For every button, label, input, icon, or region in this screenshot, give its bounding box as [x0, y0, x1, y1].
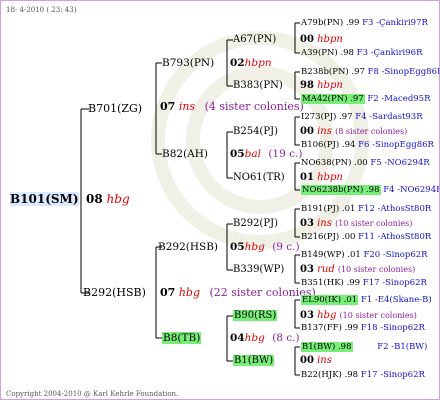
date-stamp: 18- 4-2010 ( 23: 43) — [6, 6, 77, 14]
gen3-node[interactable]: B1(BW) — [233, 355, 275, 367]
gen3-info: 00 ins — [300, 355, 332, 366]
root-node[interactable]: B101(SM) — [10, 192, 79, 206]
gen3-info: 00 hbpn — [300, 34, 343, 45]
gen2-node[interactable]: B793(PN) — [162, 57, 214, 69]
gen3-node[interactable]: NO61(TR) — [233, 172, 285, 184]
gen3-node[interactable]: B292(PJ) — [233, 218, 278, 230]
gen4-node[interactable]: NO638(PN) .00 F5 -NO6294R — [301, 158, 430, 168]
gen3-info: 01 hbpn — [300, 172, 343, 183]
root-year-line: 08 hbg — [86, 192, 130, 206]
gen4-node[interactable]: B22(HJK) .98 F17 -Sinop62R — [301, 370, 425, 380]
gen3-info: 00 ins (8 sister colonies) — [300, 126, 408, 137]
gen2-node[interactable]: B292(HSB) — [158, 241, 218, 253]
gen4-node[interactable]: B149(WP) .01 F20 -Sinop62R — [301, 250, 428, 260]
copyright: Copyright 2004-2010 @ Karl Kehrle Founda… — [6, 390, 179, 398]
gen2-info: 02hbpn — [230, 57, 272, 69]
gen3-node[interactable]: B339(WP) — [233, 264, 284, 276]
gen4-node[interactable]: MA42(PN) .97 F2 -Maced95R — [301, 94, 430, 104]
gen4-node[interactable]: NO6238b(PN) .98 F4 -NO6294R — [301, 185, 439, 195]
gen3-node[interactable]: B254(PJ) — [233, 126, 278, 138]
gen4-node[interactable]: B216(PJ) .00 F11 -AthosSt80R — [301, 232, 431, 242]
gen2-info: 05hbg (9 c.) — [230, 241, 300, 253]
gen1-info: 07 hbg (22 sister colonies) — [160, 286, 316, 299]
gen3-node[interactable]: B90(RS) — [233, 310, 278, 322]
gen1-info: 07 ins (4 sister colonies) — [160, 100, 304, 113]
gen2-node[interactable]: B8(TB) — [162, 332, 202, 344]
gen4-node[interactable]: B191(PJ) .01 F12 -AthosSt80R — [301, 204, 431, 214]
pedigree-frame: 18- 4-2010 ( 23: 43) Copyright 2004-2010… — [0, 0, 440, 400]
gen4-node[interactable]: B238b(PN) .97 F8 -SinopEgg86R — [301, 67, 439, 77]
gen3-node[interactable]: A67(PN) — [233, 34, 276, 46]
gen4-node[interactable]: B351(HK) .99 F17 -Sinop62R — [301, 278, 427, 288]
gen4-node[interactable]: EL90(IK) .01 F1 -E4(Skane-B) — [301, 295, 432, 305]
gen4-node[interactable]: I273(PJ) .97 F4 -Sardast93R — [301, 112, 423, 122]
gen1-node[interactable]: B292(HSB) — [83, 287, 146, 299]
gen3-info: 03 ins (10 sister colonies) — [300, 218, 413, 229]
gen4-node[interactable]: A39(PN) .98 F3 -Çankiri96R — [301, 48, 422, 58]
gen4-node[interactable]: B1(BW) .98 F2 -B1(BW) — [301, 342, 427, 352]
gen3-info: 03 rud (10 sister colonies) — [300, 264, 416, 275]
gen3-node[interactable]: B383(PN) — [233, 80, 283, 92]
gen2-info: 05bal (19 c.) — [230, 148, 303, 160]
gen2-info: 04hbg (8 c.) — [230, 332, 300, 344]
gen2-node[interactable]: B82(AH) — [162, 148, 208, 160]
gen3-info: 03 hbg (10 sister colonies) — [300, 310, 417, 321]
gen4-node[interactable]: A79b(PN) .99 F3 -Çankiri97R — [301, 18, 428, 28]
gen3-info: 98 hbpn — [300, 80, 343, 91]
gen4-node[interactable]: B106(PJ) .94 F6 -SinopEgg86R — [301, 140, 434, 150]
root-id: B101(SM) — [10, 192, 79, 206]
gen1-node[interactable]: B701(ZG) — [88, 103, 142, 115]
gen4-node[interactable]: B137(FF) .99 F18 -Sinop62R — [301, 323, 425, 333]
